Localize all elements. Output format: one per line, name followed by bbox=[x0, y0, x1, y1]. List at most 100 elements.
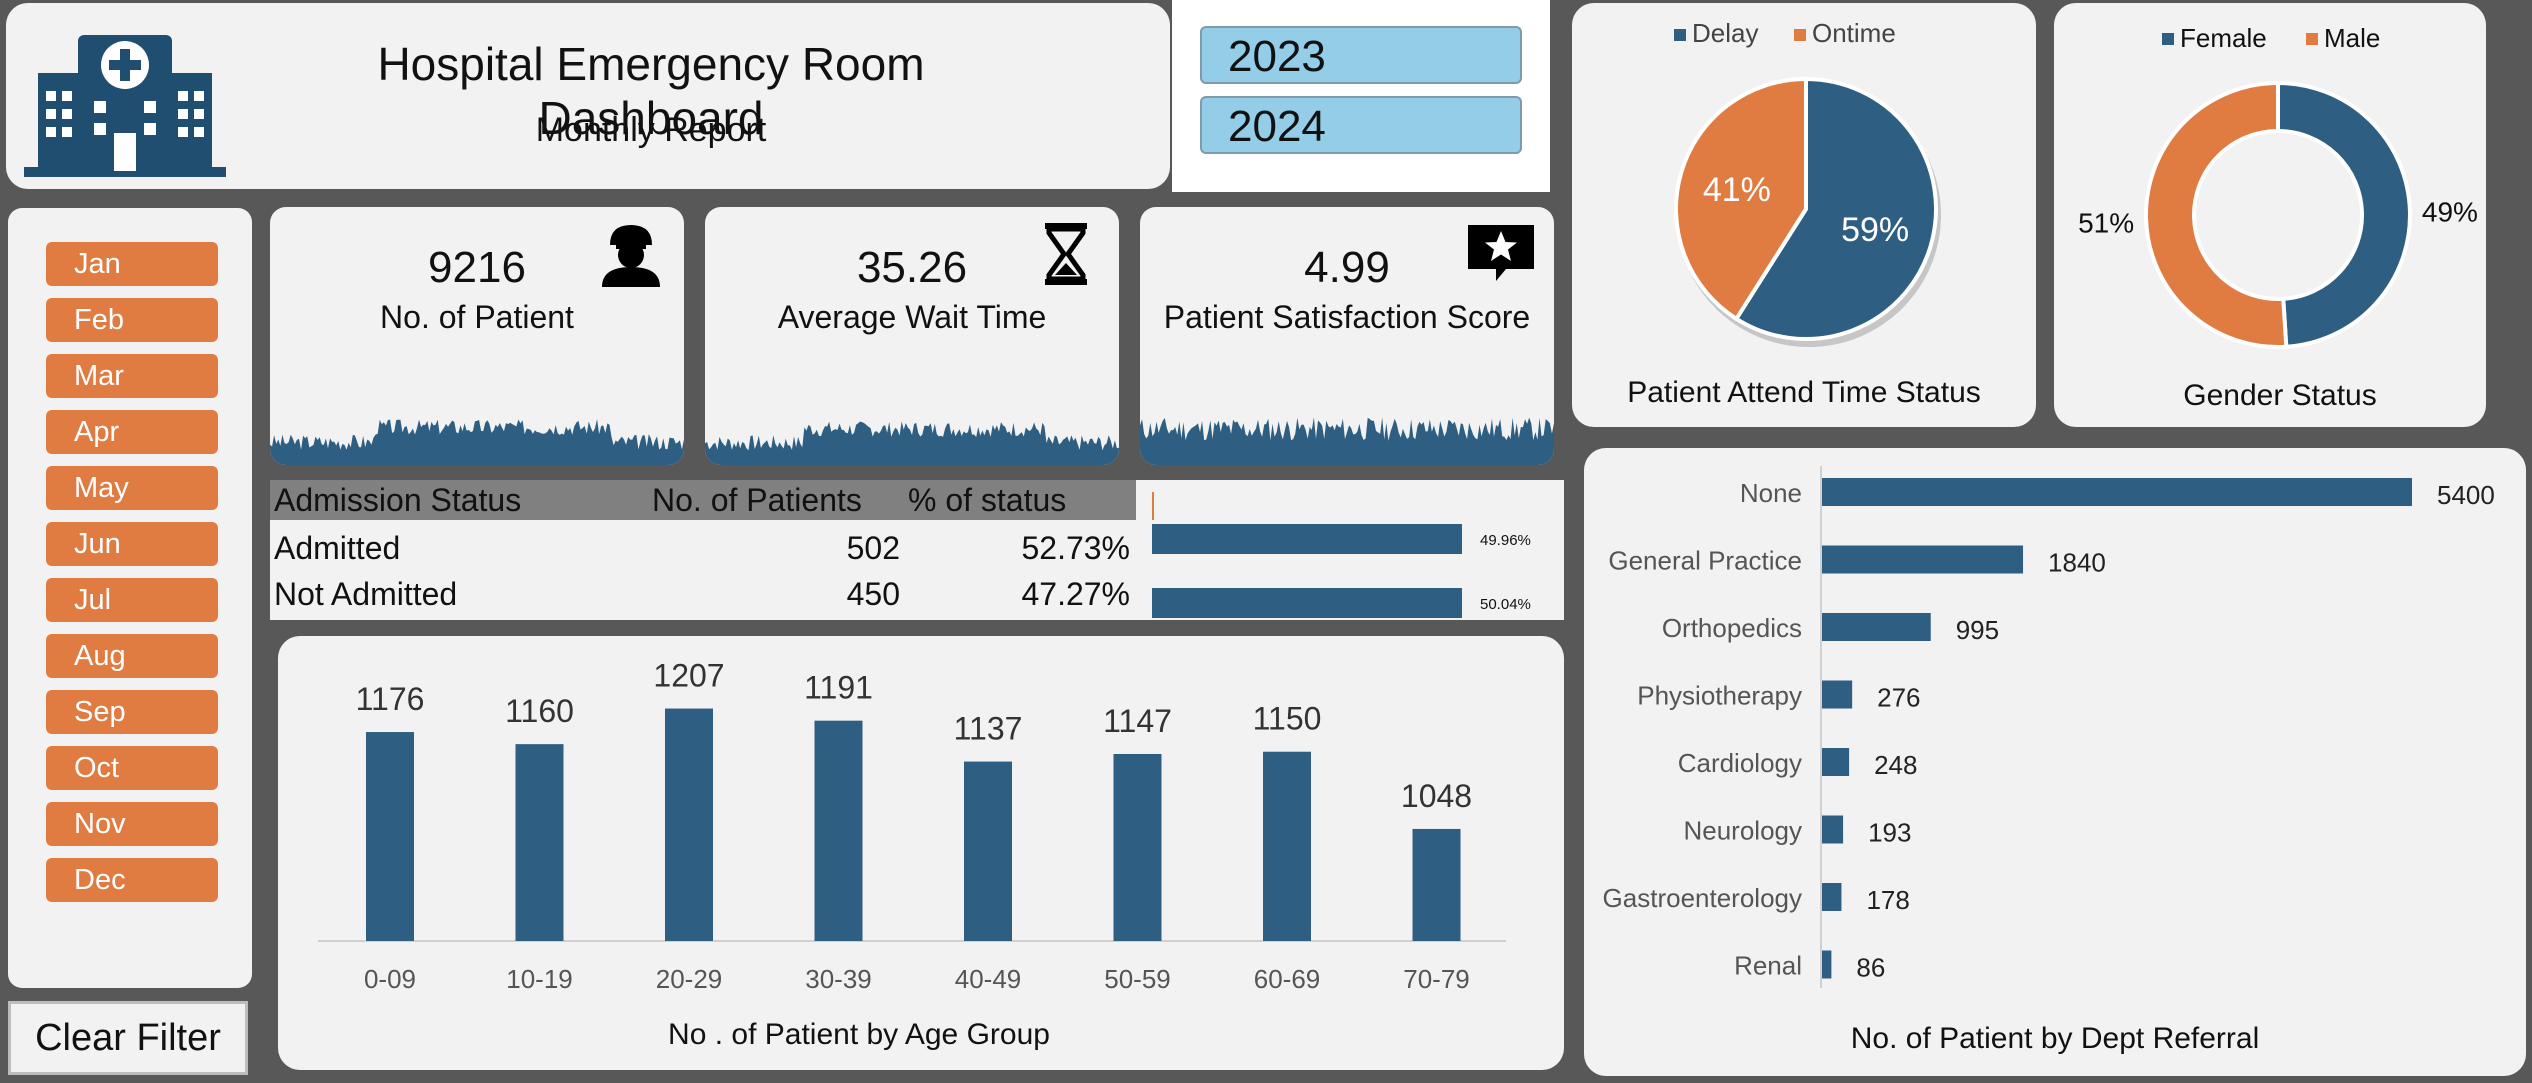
hourglass-icon bbox=[1045, 223, 1087, 285]
slice-percent-label: 49% bbox=[2422, 197, 2478, 228]
age-group-chart-panel: 1176 0-09 1160 10-19 1207 20-29 1191 30-39 1137 4… bbox=[278, 636, 1564, 1070]
dept-bar-value-label: 193 bbox=[1868, 818, 1911, 848]
admission-count-cell: 502 bbox=[846, 530, 900, 566]
doctor-icon bbox=[602, 225, 660, 287]
donut-slice-male bbox=[2144, 80, 2289, 349]
dept-category-label: Orthopedics bbox=[1662, 613, 1802, 643]
gender-chart: Female Male 49% 51% Gender Status bbox=[2078, 23, 2478, 412]
month-button-aug[interactable]: Aug bbox=[46, 634, 218, 678]
legend-label-delay: Delay bbox=[1692, 18, 1758, 48]
month-slicer: Jan Feb Mar Apr May Jun Jul Aug Sep Oct … bbox=[8, 208, 252, 988]
dept-bar-value-label: 178 bbox=[1866, 885, 1909, 915]
age-group-chart: 1176 0-09 1160 10-19 1207 20-29 1191 30-39 1137 4… bbox=[318, 658, 1506, 1051]
page-subtitle: Monthly Report bbox=[535, 111, 767, 149]
dept-category-label: Renal bbox=[1734, 951, 1802, 981]
age-bar bbox=[1263, 751, 1311, 941]
age-bar-value-label: 1137 bbox=[954, 711, 1023, 747]
dept-bar bbox=[1822, 883, 1842, 911]
month-button-dec[interactable]: Dec bbox=[46, 858, 218, 902]
legend-swatch-male bbox=[2306, 33, 2318, 45]
kpi-label: Average Wait Time bbox=[777, 299, 1047, 335]
month-button-sep[interactable]: Sep bbox=[46, 690, 218, 734]
month-button-jul[interactable]: Jul bbox=[46, 578, 218, 622]
slice-percent-label: 51% bbox=[2078, 207, 2134, 238]
kpi-label: Patient Satisfaction Score bbox=[1163, 299, 1531, 335]
month-button-mar[interactable]: Mar bbox=[46, 354, 218, 398]
legend-swatch-female bbox=[2162, 33, 2174, 45]
month-button-jan[interactable]: Jan bbox=[46, 242, 218, 286]
month-button-feb[interactable]: Feb bbox=[46, 298, 218, 342]
age-bar-value-label: 1207 bbox=[653, 658, 724, 694]
dept-bar-value-label: 995 bbox=[1956, 615, 1999, 645]
legend-label-male: Male bbox=[2324, 23, 2380, 53]
age-bar bbox=[814, 720, 863, 941]
dept-bar bbox=[1822, 680, 1853, 709]
clear-filter-button[interactable]: Clear Filter bbox=[8, 1001, 248, 1075]
year-button-2023[interactable]: 2023 bbox=[1200, 26, 1522, 84]
legend-label-female: Female bbox=[2180, 23, 2267, 53]
rating-star-icon bbox=[1468, 225, 1534, 281]
dept-category-label: Gastroenterology bbox=[1603, 883, 1802, 913]
admission-status-cell: Not Admitted bbox=[274, 576, 458, 612]
header-panel: Hospital Emergency Room Dashboard Monthl… bbox=[6, 3, 1170, 189]
dept-bar-value-label: 1840 bbox=[2048, 548, 2106, 578]
age-category-label: 10-19 bbox=[506, 964, 573, 994]
dept-bar bbox=[1822, 478, 2412, 506]
dept-chart-title: No. of Patient by Dept Referral bbox=[1851, 1022, 2260, 1055]
dept-bar bbox=[1822, 815, 1844, 844]
age-bar-value-label: 1150 bbox=[1253, 701, 1322, 737]
admission-pct-cell: 52.73% bbox=[1021, 530, 1130, 566]
age-category-label: 50-59 bbox=[1104, 964, 1171, 994]
kpi-card-patients: 9216 No. of Patient bbox=[270, 207, 684, 465]
column-header-count: No. of Patients bbox=[652, 482, 862, 518]
age-bar-value-label: 1147 bbox=[1103, 703, 1172, 739]
hospital-icon bbox=[24, 35, 226, 177]
donut-slice-female bbox=[2276, 80, 2413, 349]
dept-bar-value-label: 5400 bbox=[2437, 480, 2495, 510]
dept-category-label: General Practice bbox=[1608, 546, 1802, 576]
admission-bar-label: 49.96% bbox=[1480, 532, 1531, 549]
month-button-apr[interactable]: Apr bbox=[46, 410, 218, 454]
admission-bar bbox=[1152, 524, 1462, 554]
dept-category-label: Cardiology bbox=[1678, 748, 1802, 778]
admission-bar-label: 50.04% bbox=[1480, 596, 1531, 613]
dept-bar-value-label: 276 bbox=[1877, 683, 1920, 713]
age-category-label: 40-49 bbox=[955, 964, 1022, 994]
age-bar bbox=[665, 708, 713, 941]
sparkline-wait-time bbox=[705, 421, 1119, 465]
dept-referral-chart: None 5400 General Practice 1840 Orthopedics 9… bbox=[1603, 466, 2495, 1055]
month-button-jun[interactable]: Jun bbox=[46, 522, 218, 566]
kpi-label: No. of Patient bbox=[380, 299, 574, 335]
age-chart-title: No . of Patient by Age Group bbox=[668, 1018, 1050, 1051]
slice-percent-label: 59% bbox=[1841, 211, 1909, 249]
dept-bar bbox=[1822, 613, 1931, 641]
slice-percent-label: 41% bbox=[1703, 171, 1771, 209]
month-button-oct[interactable]: Oct bbox=[46, 746, 218, 790]
dept-referral-chart-panel: None 5400 General Practice 1840 Orthopedics 9… bbox=[1584, 448, 2526, 1076]
age-category-label: 0-09 bbox=[364, 964, 416, 994]
age-bar bbox=[1412, 828, 1461, 941]
admission-table: Admission Status No. of Patients % of st… bbox=[270, 480, 1564, 620]
month-button-may[interactable]: May bbox=[46, 466, 218, 510]
admission-status-cell: Admitted bbox=[274, 530, 401, 566]
legend-label-ontime: Ontime bbox=[1812, 18, 1896, 48]
gender-chart-panel: Female Male 49% 51% Gender Status bbox=[2054, 3, 2486, 427]
age-bar bbox=[1113, 753, 1162, 941]
age-bar-value-label: 1191 bbox=[804, 670, 873, 706]
dept-category-label: Physiotherapy bbox=[1637, 681, 1802, 711]
admission-count-cell: 450 bbox=[846, 576, 900, 612]
dept-bar-value-label: 86 bbox=[1856, 953, 1885, 983]
year-button-2024[interactable]: 2024 bbox=[1200, 96, 1522, 154]
month-button-nov[interactable]: Nov bbox=[46, 802, 218, 846]
dept-bar bbox=[1822, 545, 2024, 574]
age-bar-value-label: 1176 bbox=[356, 681, 425, 717]
attend-chart-title: Patient Attend Time Status bbox=[1627, 376, 1981, 409]
dept-bar bbox=[1822, 950, 1832, 979]
kpi-card-wait-time: 35.26 Average Wait Time bbox=[705, 207, 1119, 465]
age-category-label: 60-69 bbox=[1254, 964, 1321, 994]
age-bar-value-label: 1160 bbox=[505, 693, 574, 729]
year-slicer: 2023 2024 bbox=[1172, 0, 1550, 192]
age-category-label: 70-79 bbox=[1403, 964, 1470, 994]
age-bar-value-label: 1048 bbox=[1401, 778, 1472, 814]
column-header-status: Admission Status bbox=[274, 482, 522, 518]
